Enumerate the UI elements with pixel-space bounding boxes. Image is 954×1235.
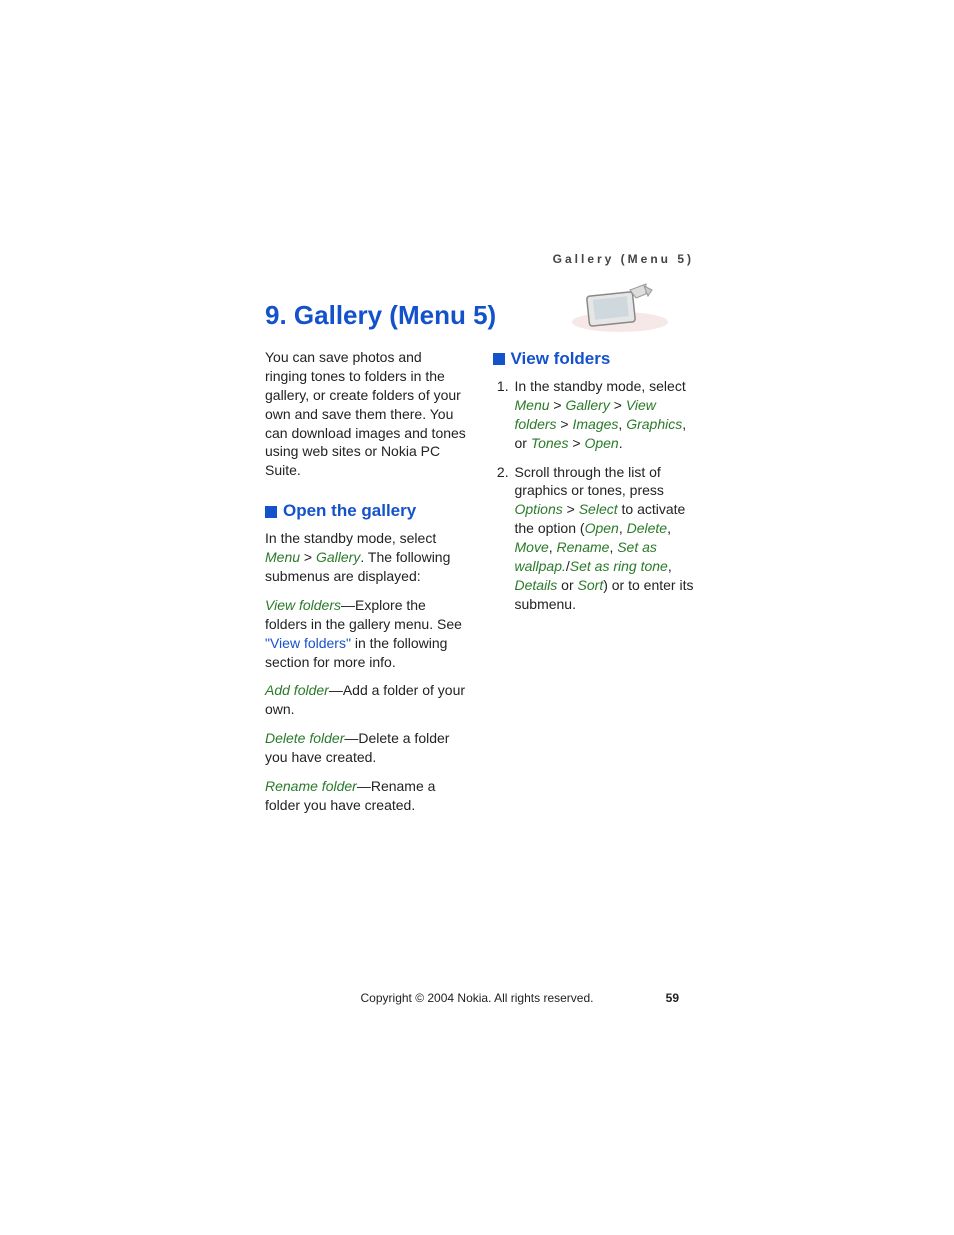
menu-item: Set as ring tone: [570, 558, 668, 574]
menu-item: Details: [515, 577, 558, 593]
square-bullet-icon: [265, 506, 277, 518]
menu-item: Rename folder: [265, 778, 357, 794]
submenu-rename-folder: Rename folder—Rename a folder you have c…: [265, 777, 468, 815]
intro-paragraph: You can save photos and ringing tones to…: [265, 348, 468, 480]
right-column: View folders In the standby mode, select…: [493, 348, 696, 825]
menu-item: Delete: [627, 520, 667, 536]
submenu-add-folder: Add folder—Add a folder of your own.: [265, 681, 468, 719]
running-header: Gallery (Menu 5): [553, 252, 694, 266]
menu-item: Gallery: [566, 397, 610, 413]
section-open-gallery-heading: Open the gallery: [265, 500, 468, 523]
heading-text: View folders: [511, 348, 611, 371]
menu-item: Gallery: [316, 549, 360, 565]
copyright-footer: Copyright © 2004 Nokia. All rights reser…: [0, 991, 954, 1005]
section-view-folders-heading: View folders: [493, 348, 696, 371]
menu-item: View folders: [265, 597, 341, 613]
menu-item: Options: [515, 501, 563, 517]
square-bullet-icon: [493, 353, 505, 365]
menu-item: Graphics: [626, 416, 682, 432]
menu-item: Tones: [531, 435, 569, 451]
menu-item: Delete folder: [265, 730, 344, 746]
submenu-delete-folder: Delete folder—Delete a folder you have c…: [265, 729, 468, 767]
open-gallery-lead: In the standby mode, select Menu > Galle…: [265, 529, 468, 586]
menu-item: Menu: [515, 397, 550, 413]
menu-item: Move: [515, 539, 549, 555]
gallery-illustration-icon: [560, 276, 680, 336]
menu-item: Add folder: [265, 682, 329, 698]
step-2: Scroll through the list of graphics or t…: [513, 463, 696, 614]
menu-item: Open: [585, 520, 619, 536]
menu-item: Open: [584, 435, 618, 451]
menu-item: Menu: [265, 549, 300, 565]
manual-page: Gallery (Menu 5) 9. Gallery (Menu 5) You…: [0, 0, 954, 1235]
chapter-title: 9. Gallery (Menu 5): [265, 300, 496, 331]
cross-ref-link[interactable]: "View folders": [265, 635, 351, 651]
page-number: 59: [666, 991, 679, 1005]
left-column: You can save photos and ringing tones to…: [265, 348, 468, 825]
menu-item: Select: [579, 501, 618, 517]
view-folders-steps: In the standby mode, select Menu > Galle…: [493, 377, 696, 614]
menu-item: Sort: [578, 577, 604, 593]
heading-text: Open the gallery: [283, 500, 416, 523]
menu-item: Images: [573, 416, 619, 432]
step-1: In the standby mode, select Menu > Galle…: [513, 377, 696, 453]
submenu-view-folders: View folders—Explore the folders in the …: [265, 596, 468, 672]
menu-item: Rename: [557, 539, 610, 555]
